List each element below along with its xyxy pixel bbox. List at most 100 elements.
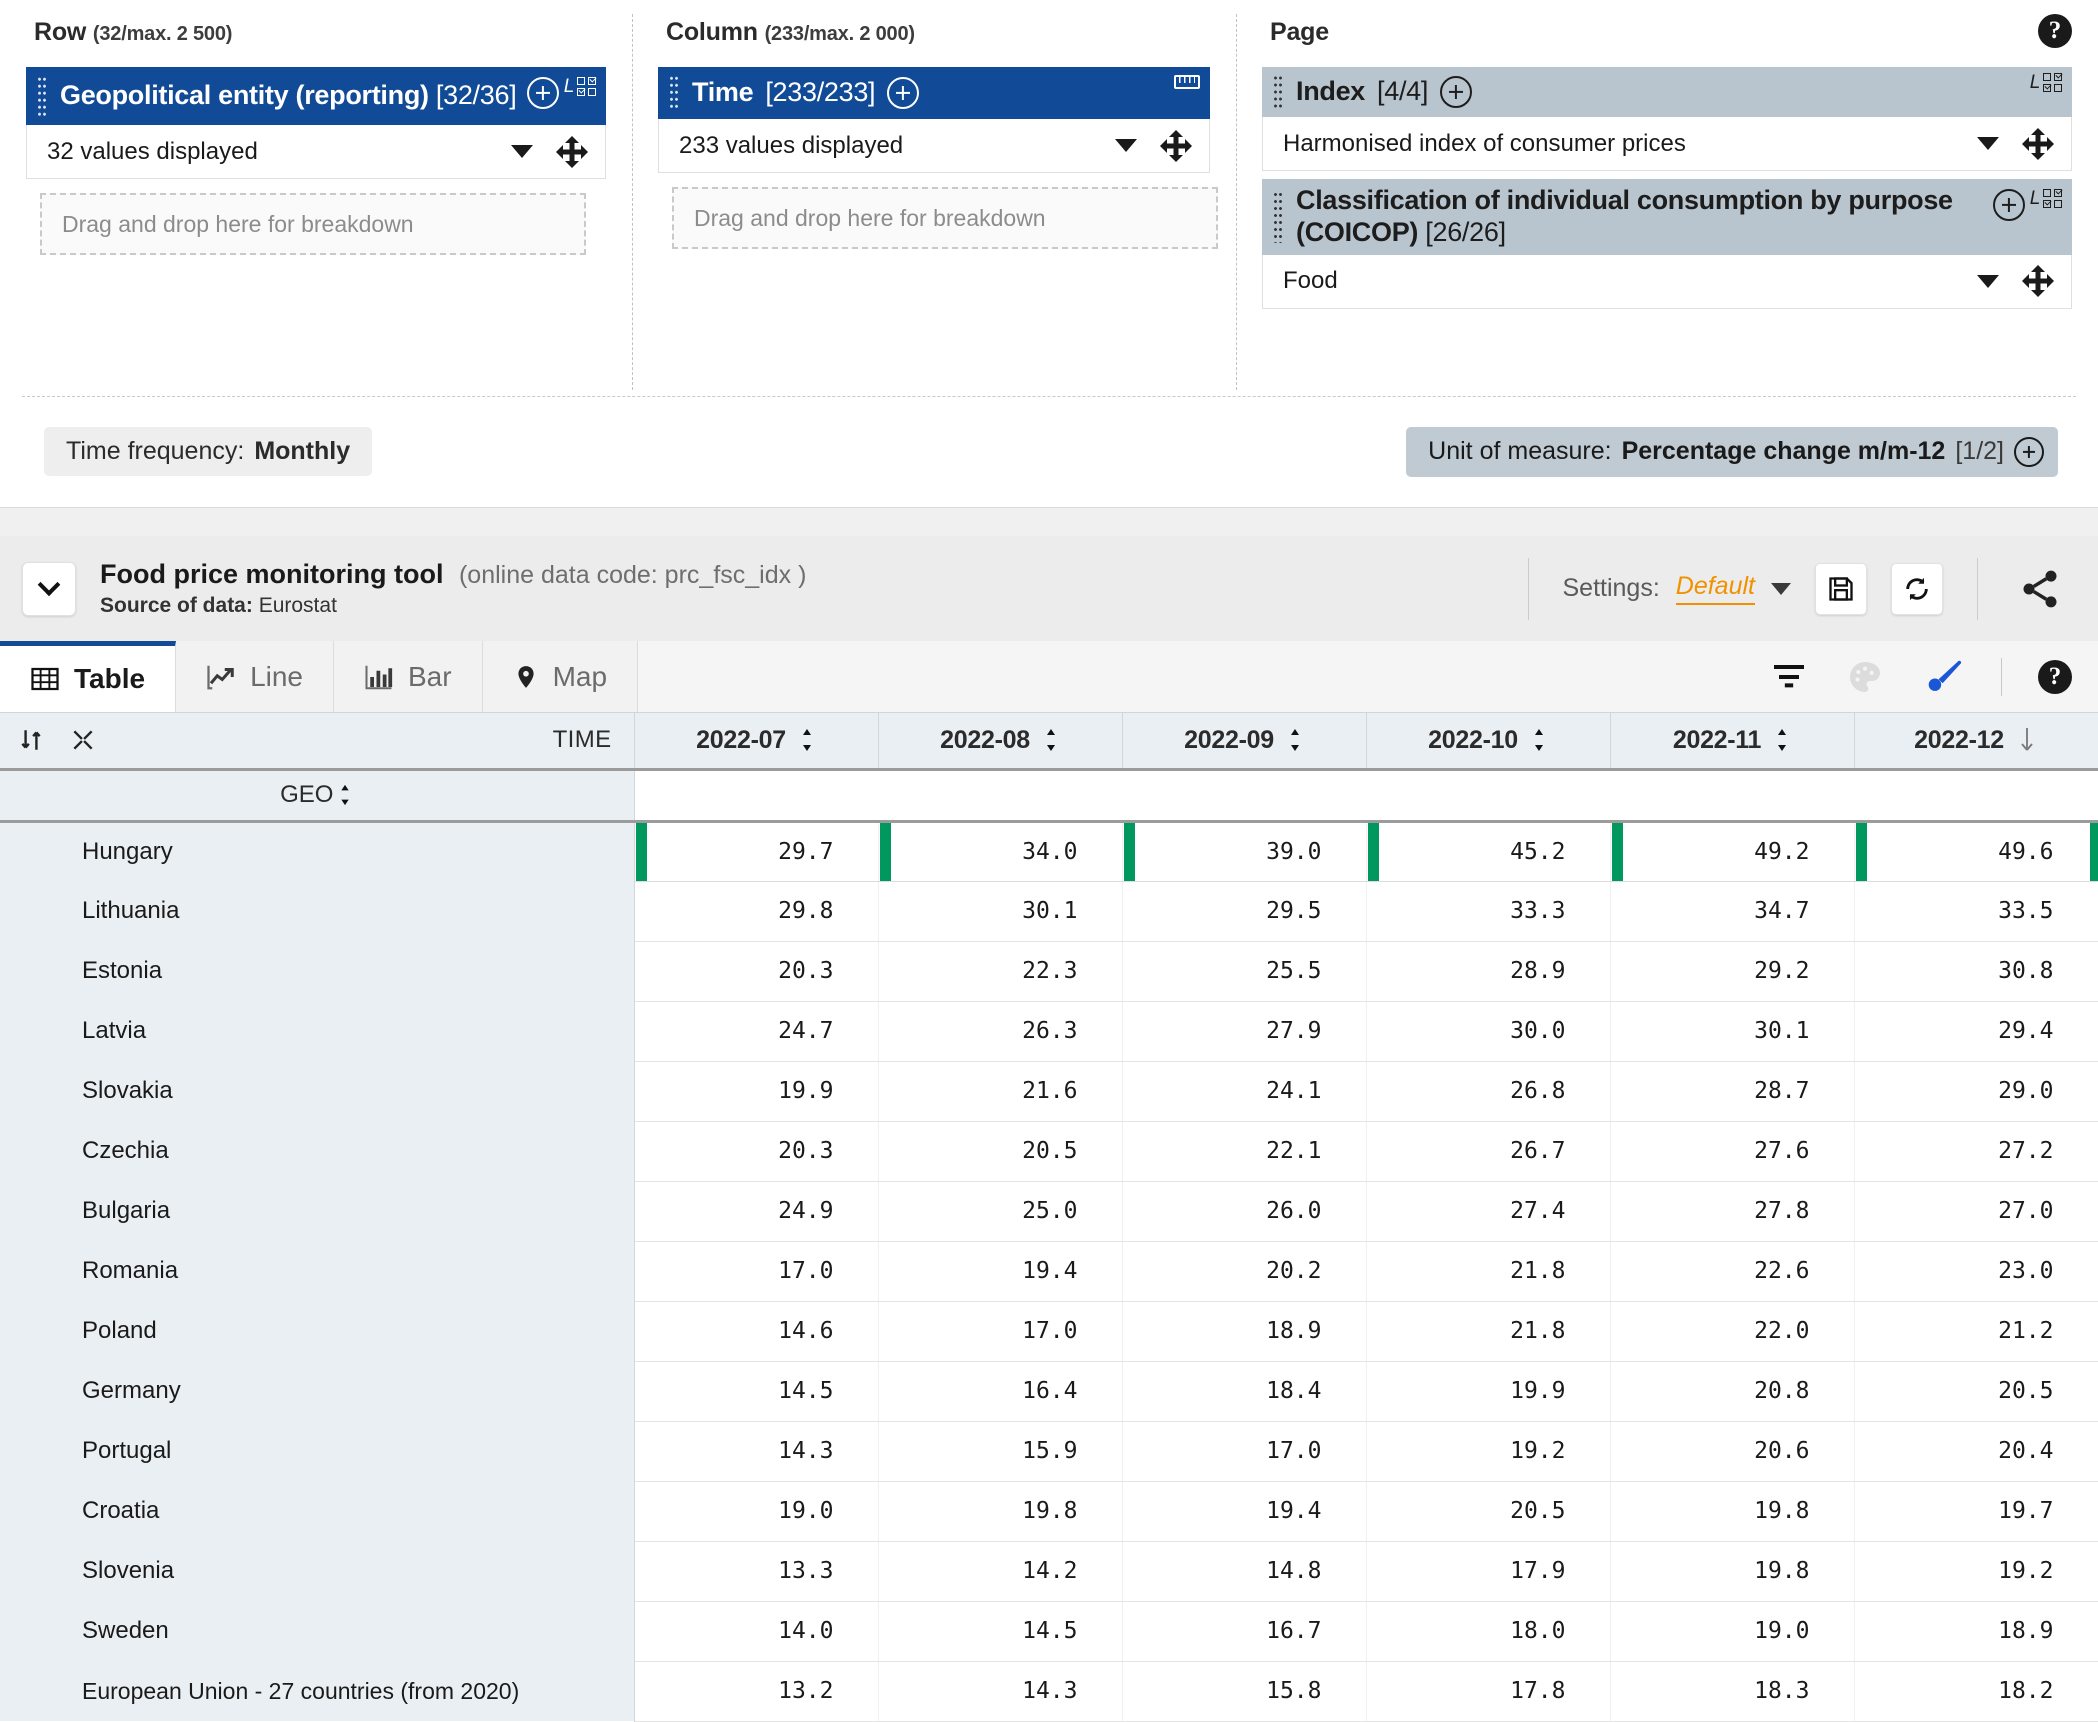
expand-collapse-icon[interactable]: [70, 727, 96, 753]
cell-value: 28.9: [1366, 941, 1611, 1002]
subheader-geo-cell[interactable]: GEO: [0, 769, 635, 823]
column-heading-caption: (233/max. 2 000): [764, 23, 915, 45]
cell-value: 29.8: [634, 881, 879, 942]
table-row[interactable]: Slovenia 13.3 14.2 14.8 17.9 19.8 19.2: [0, 1541, 2098, 1602]
table-row[interactable]: Portugal 14.3 15.9 17.0 19.2 20.6 20.4: [0, 1421, 2098, 1482]
add-icon[interactable]: [526, 77, 559, 109]
ruler-icon[interactable]: [1174, 75, 1200, 89]
index-dimension-header[interactable]: Index [4/4] L: [1262, 67, 2072, 117]
save-settings-button[interactable]: [1815, 562, 1867, 615]
table-row[interactable]: Hungary 29.7 34.0 39.0 45.2 49.2 49.6: [0, 821, 2098, 882]
source-value: Eurostat: [258, 594, 337, 617]
header-time-label[interactable]: TIME: [553, 726, 612, 754]
table-row[interactable]: Germany 14.5 16.4 18.4 19.9 20.8 20.5: [0, 1361, 2098, 1422]
select-all-icon[interactable]: [2043, 189, 2062, 208]
move-icon[interactable]: [1160, 129, 1192, 162]
header-month-2022-08[interactable]: 2022-08: [878, 713, 1123, 771]
table-row[interactable]: Bulgaria 24.9 25.0 26.0 27.4 27.8 27.0: [0, 1181, 2098, 1242]
index-dimension-title: Index: [1296, 76, 1366, 107]
page-heading-label: Page: [1270, 18, 1329, 46]
drag-grip-icon[interactable]: [37, 75, 47, 117]
chevron-down-icon[interactable]: [1115, 139, 1137, 152]
column-dimension-header[interactable]: Time [233/233]: [658, 67, 1210, 119]
add-icon[interactable]: [2014, 436, 2044, 467]
cell-value: 24.9: [634, 1181, 879, 1242]
move-icon[interactable]: [2022, 127, 2054, 160]
sort-toggle-icon[interactable]: [337, 784, 353, 806]
filter-icon[interactable]: [1769, 657, 1809, 697]
add-icon[interactable]: [1992, 189, 2025, 221]
cell-value: 27.9: [1122, 1001, 1367, 1062]
table-row[interactable]: Croatia 19.0 19.8 19.4 20.5 19.8 19.7: [0, 1481, 2098, 1542]
select-all-icon[interactable]: [577, 77, 596, 96]
row-breakdown-dropzone[interactable]: Drag and drop here for breakdown: [40, 193, 586, 255]
drag-grip-icon[interactable]: [669, 74, 679, 112]
select-all-icon[interactable]: [2043, 73, 2062, 92]
cell-value: 24.1: [1122, 1061, 1367, 1122]
table-row[interactable]: Poland 14.6 17.0 18.9 21.8 22.0 21.2: [0, 1301, 2098, 1362]
tab-map[interactable]: Map: [482, 641, 639, 712]
label-icon[interactable]: L: [564, 77, 575, 96]
table-row[interactable]: Lithuania 29.8 30.1 29.5 33.3 34.7 33.5: [0, 881, 2098, 942]
table-row[interactable]: Estonia 20.3 22.3 25.5 28.9 29.2 30.8: [0, 941, 2098, 1002]
help-icon[interactable]: ?: [2038, 659, 2072, 694]
index-value-select[interactable]: Harmonised index of consumer prices: [1262, 117, 2072, 171]
save-icon: [1829, 576, 1853, 601]
drag-grip-icon[interactable]: [1273, 74, 1283, 110]
row-geo-label: Hungary: [0, 821, 635, 881]
settings-value[interactable]: Default: [1675, 572, 1755, 605]
data-table-wrapper[interactable]: TIME 2022-07 2022-08 2022-09 2022-10 202…: [0, 713, 2098, 1722]
column-values-select[interactable]: 233 values displayed: [658, 119, 1210, 173]
cell-value: 14.5: [878, 1601, 1123, 1662]
chevron-down-icon[interactable]: [1771, 582, 1791, 595]
move-icon[interactable]: [2022, 265, 2054, 298]
add-icon[interactable]: [1440, 76, 1473, 108]
time-frequency-chip[interactable]: Time frequency: Monthly: [44, 427, 373, 476]
header-month-2022-07[interactable]: 2022-07: [634, 713, 879, 771]
header-month-label: 2022-12: [1914, 725, 2004, 754]
coicop-value-select[interactable]: Food: [1262, 254, 2072, 309]
drag-grip-icon[interactable]: [1273, 190, 1283, 243]
sort-toggle-icon[interactable]: [1773, 728, 1791, 752]
header-month-2022-11[interactable]: 2022-11: [1610, 713, 1855, 771]
table-row[interactable]: European Union - 27 countries (from 2020…: [0, 1661, 2098, 1722]
tab-table[interactable]: Table: [0, 641, 177, 712]
coicop-dimension-header[interactable]: Classification of individual consumption…: [1262, 179, 2072, 255]
move-icon[interactable]: [556, 135, 588, 168]
add-icon[interactable]: [887, 77, 920, 109]
tab-bar[interactable]: Bar: [334, 641, 483, 712]
cell-value: 34.0: [878, 821, 1123, 882]
table-row[interactable]: Slovakia 19.9 21.6 24.1 26.8 28.7 29.0: [0, 1061, 2098, 1122]
table-row[interactable]: Latvia 24.7 26.3 27.9 30.0 30.1 29.4: [0, 1001, 2098, 1062]
share-icon[interactable]: [2018, 567, 2062, 611]
column-breakdown-dropzone[interactable]: Drag and drop here for breakdown: [672, 187, 1218, 249]
unit-of-measure-chip[interactable]: Unit of measure: Percentage change m/m-1…: [1406, 426, 2058, 477]
sort-toggle-icon[interactable]: [1286, 728, 1304, 752]
row-dimension-header[interactable]: Geopolitical entity (reporting) [32/36] …: [26, 67, 606, 125]
palette-icon[interactable]: [1845, 657, 1885, 697]
help-icon[interactable]: ?: [2038, 14, 2072, 48]
sort-toggle-icon[interactable]: [1530, 728, 1548, 752]
online-data-code: (online data code: prc_fsc_idx ): [458, 561, 807, 589]
label-icon[interactable]: L: [2030, 189, 2041, 208]
sort-icon[interactable]: [18, 726, 44, 754]
brush-icon[interactable]: [1921, 655, 1965, 699]
collapse-toggle-button[interactable]: [22, 561, 76, 616]
row-values-select[interactable]: 32 values displayed: [26, 125, 606, 179]
tab-line[interactable]: Line: [176, 641, 334, 712]
chevron-down-icon[interactable]: [1977, 137, 1999, 150]
refresh-button[interactable]: [1891, 562, 1943, 615]
sort-descending-icon[interactable]: [2016, 727, 2038, 753]
column-dimension-count: [233/233]: [765, 77, 876, 108]
table-row[interactable]: Sweden 14.0 14.5 16.7 18.0 19.0 18.9: [0, 1601, 2098, 1662]
sort-toggle-icon[interactable]: [798, 728, 816, 752]
header-month-2022-12[interactable]: 2022-12: [1854, 713, 2098, 771]
table-row[interactable]: Romania 17.0 19.4 20.2 21.8 22.6 23.0: [0, 1241, 2098, 1302]
header-month-2022-09[interactable]: 2022-09: [1122, 713, 1367, 771]
chevron-down-icon[interactable]: [511, 145, 533, 158]
header-month-2022-10[interactable]: 2022-10: [1366, 713, 1611, 771]
chevron-down-icon[interactable]: [1977, 274, 1999, 288]
table-row[interactable]: Czechia 20.3 20.5 22.1 26.7 27.6 27.2: [0, 1121, 2098, 1182]
sort-toggle-icon[interactable]: [1042, 728, 1060, 752]
label-icon[interactable]: L: [2030, 73, 2041, 92]
